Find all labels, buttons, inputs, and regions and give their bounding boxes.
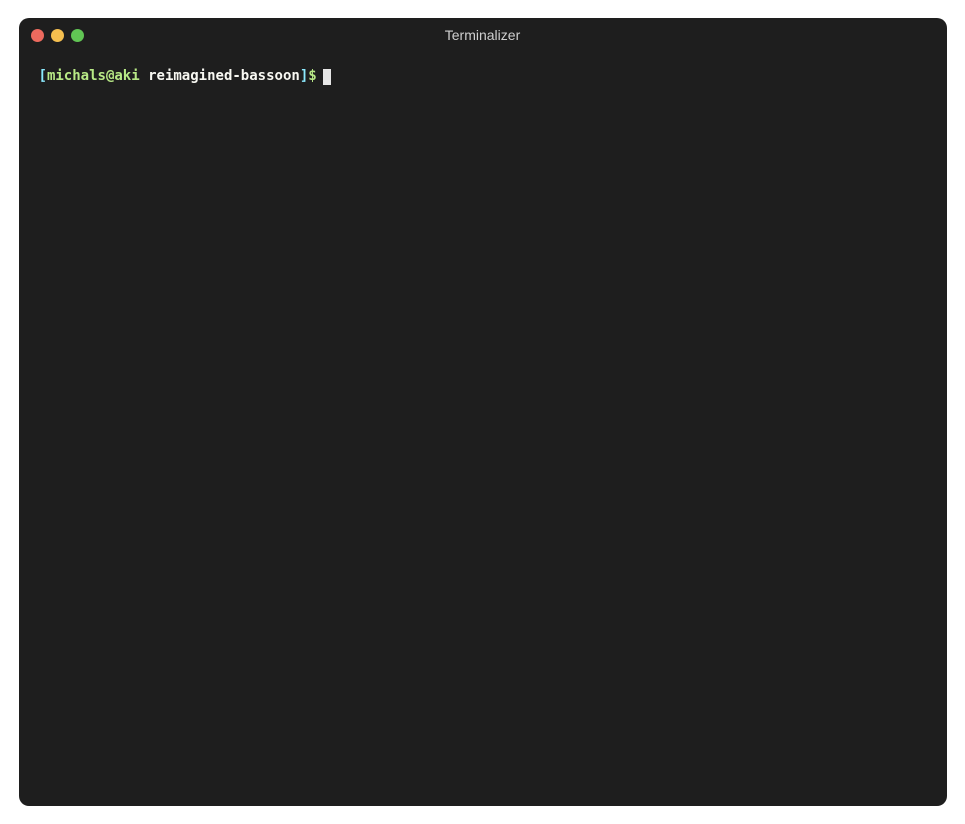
prompt-line: [michals@aki reimagined-bassoon]$ bbox=[39, 66, 927, 87]
prompt-space bbox=[140, 66, 148, 87]
terminal-body[interactable]: [michals@aki reimagined-bassoon]$ bbox=[19, 52, 947, 806]
terminal-window: Terminalizer [michals@aki reimagined-bas… bbox=[19, 18, 947, 806]
prompt-symbol: $ bbox=[308, 66, 316, 87]
window-title: Terminalizer bbox=[19, 27, 947, 43]
prompt-user-host: michals@aki bbox=[47, 66, 140, 87]
prompt-close-bracket: ] bbox=[300, 66, 308, 87]
close-icon[interactable] bbox=[31, 29, 44, 42]
titlebar: Terminalizer bbox=[19, 18, 947, 52]
traffic-lights bbox=[31, 29, 84, 42]
minimize-icon[interactable] bbox=[51, 29, 64, 42]
prompt-cwd: reimagined-bassoon bbox=[148, 66, 300, 87]
maximize-icon[interactable] bbox=[71, 29, 84, 42]
prompt-open-bracket: [ bbox=[39, 66, 47, 87]
cursor-icon bbox=[323, 69, 331, 85]
